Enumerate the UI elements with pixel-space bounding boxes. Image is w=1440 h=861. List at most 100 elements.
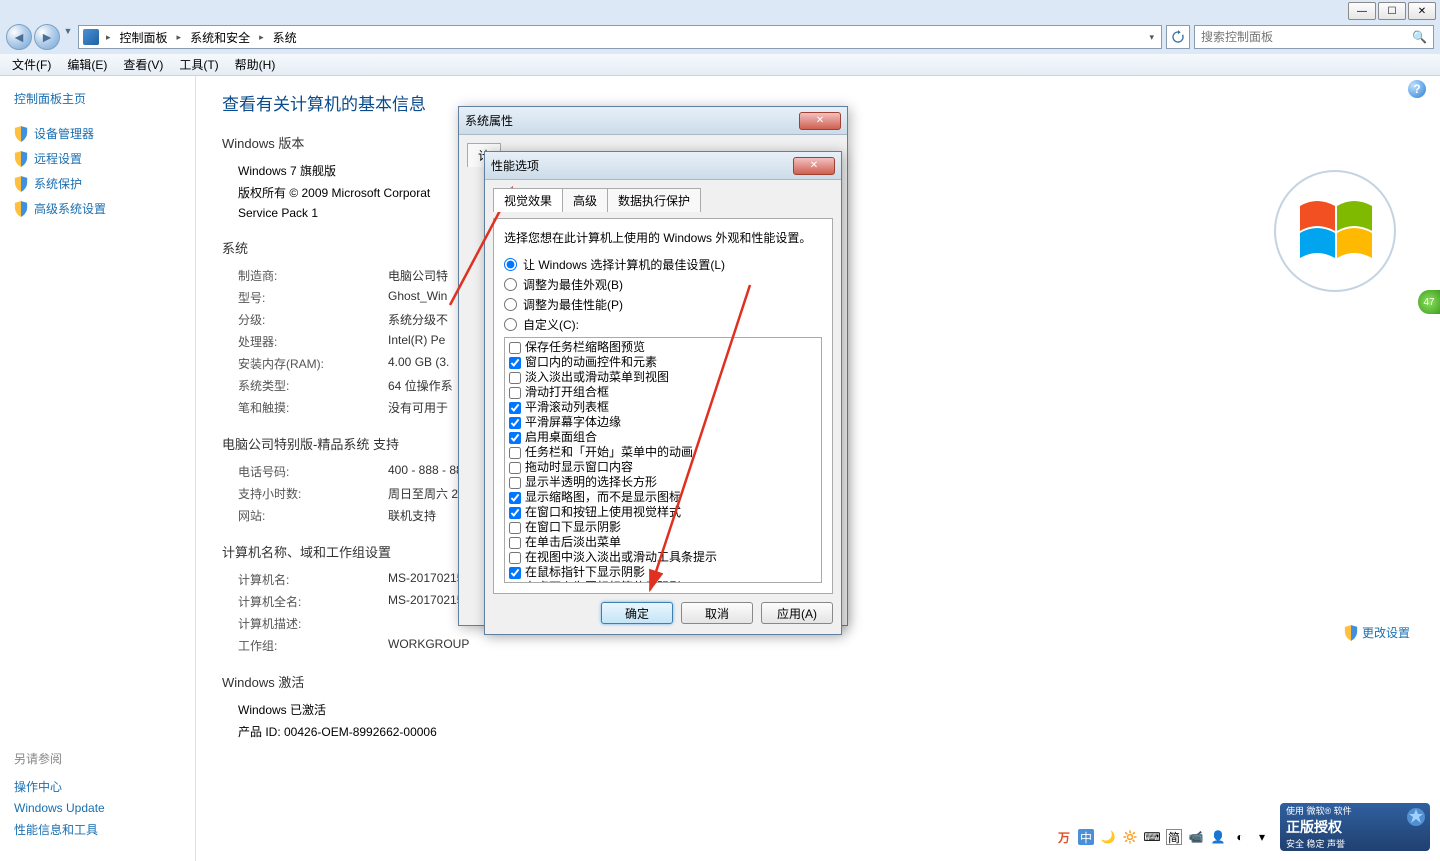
- checkbox[interactable]: [509, 507, 521, 519]
- visual-effect-item[interactable]: 滑动打开组合框: [509, 385, 817, 400]
- radio-best-appearance[interactable]: 调整为最佳外观(B): [504, 276, 822, 293]
- menu-view[interactable]: 查看(V): [115, 54, 171, 75]
- genuine-line3: 安全 稳定 声誉: [1286, 837, 1352, 850]
- checkbox-label: 拖动时显示窗口内容: [525, 460, 633, 475]
- dialog-close-button[interactable]: ✕: [799, 112, 841, 130]
- shield-icon: [14, 126, 28, 142]
- user-icon[interactable]: 👤: [1210, 829, 1226, 845]
- radio-best-performance[interactable]: 调整为最佳性能(P): [504, 296, 822, 313]
- apply-button[interactable]: 应用(A): [761, 602, 833, 624]
- ime-indicator[interactable]: 中: [1078, 829, 1094, 845]
- checkbox[interactable]: [509, 537, 521, 549]
- visual-effects-list[interactable]: 保存任务栏缩略图预览窗口内的动画控件和元素淡入淡出或滑动菜单到视图滑动打开组合框…: [504, 337, 822, 583]
- checkbox[interactable]: [509, 477, 521, 489]
- see-also-link[interactable]: Windows Update: [14, 798, 105, 818]
- checkbox[interactable]: [509, 372, 521, 384]
- tray-icon[interactable]: 🌙: [1100, 829, 1116, 845]
- tray-icon[interactable]: 万: [1056, 829, 1072, 845]
- info-value[interactable]: 系统分级不: [388, 311, 448, 328]
- notification-badge[interactable]: 47: [1418, 290, 1440, 314]
- sidebar-item-protection[interactable]: 系统保护: [14, 171, 195, 196]
- cancel-button[interactable]: 取消: [681, 602, 753, 624]
- radio-let-windows[interactable]: 让 Windows 选择计算机的最佳设置(L): [504, 256, 822, 273]
- visual-effect-item[interactable]: 平滑滚动列表框: [509, 400, 817, 415]
- tray-icon[interactable]: 📹: [1188, 829, 1204, 845]
- checkbox[interactable]: [509, 432, 521, 444]
- radio-custom[interactable]: 自定义(C):: [504, 316, 822, 333]
- forward-button[interactable]: ►: [34, 24, 60, 50]
- ime-mode-indicator[interactable]: 简: [1166, 829, 1182, 845]
- maximize-button[interactable]: ☐: [1378, 2, 1406, 20]
- visual-effect-item[interactable]: 显示半透明的选择长方形: [509, 475, 817, 490]
- checkbox[interactable]: [509, 552, 521, 564]
- breadcrumb[interactable]: 系统和安全: [188, 29, 252, 46]
- checkbox[interactable]: [509, 357, 521, 369]
- menu-file[interactable]: 文件(F): [4, 54, 59, 75]
- see-also-link[interactable]: 操作中心: [14, 775, 105, 798]
- close-window-button[interactable]: ✕: [1408, 2, 1436, 20]
- minimize-button[interactable]: —: [1348, 2, 1376, 20]
- sidebar-item-advanced[interactable]: 高级系统设置: [14, 196, 195, 221]
- shield-icon: [14, 201, 28, 217]
- genuine-badge[interactable]: 使用 微软® 软件 正版授权 安全 稳定 声誉: [1280, 803, 1430, 851]
- tab-advanced[interactable]: 高级: [562, 188, 608, 212]
- nav-history-dropdown[interactable]: ▼: [62, 24, 74, 38]
- checkbox[interactable]: [509, 447, 521, 459]
- checkbox[interactable]: [509, 402, 521, 414]
- visual-effect-item[interactable]: 在单击后淡出菜单: [509, 535, 817, 550]
- search-box[interactable]: 🔍: [1194, 25, 1434, 49]
- sidebar-item-remote[interactable]: 远程设置: [14, 146, 195, 171]
- visual-effect-item[interactable]: 在视图中淡入淡出或滑动工具条提示: [509, 550, 817, 565]
- shield-icon: [14, 176, 28, 192]
- keyboard-icon[interactable]: ⌨: [1144, 829, 1160, 845]
- visual-effect-item[interactable]: 窗口内的动画控件和元素: [509, 355, 817, 370]
- visual-effect-item[interactable]: 淡入淡出或滑动菜单到视图: [509, 370, 817, 385]
- info-row: Windows 已激活: [238, 701, 1414, 718]
- menu-edit[interactable]: 编辑(E): [59, 54, 115, 75]
- tray-icon[interactable]: 🔆: [1122, 829, 1138, 845]
- checkbox[interactable]: [509, 567, 521, 579]
- help-icon[interactable]: ?: [1408, 80, 1426, 98]
- back-button[interactable]: ◄: [6, 24, 32, 50]
- tray-icon[interactable]: ◐: [1232, 829, 1248, 845]
- see-also-header: 另请参阅: [14, 750, 105, 767]
- refresh-button[interactable]: [1166, 25, 1190, 49]
- checkbox[interactable]: [509, 582, 521, 584]
- info-label: 分级:: [238, 311, 388, 328]
- ok-button[interactable]: 确定: [601, 602, 673, 624]
- tab-visual-effects[interactable]: 视觉效果: [493, 188, 563, 212]
- sidebar-item-device-manager[interactable]: 设备管理器: [14, 121, 195, 146]
- visual-effect-item[interactable]: 在窗口下显示阴影: [509, 520, 817, 535]
- visual-effect-item[interactable]: 在鼠标指针下显示阴影: [509, 565, 817, 580]
- visual-effect-item[interactable]: 平滑屏幕字体边缘: [509, 415, 817, 430]
- checkbox[interactable]: [509, 417, 521, 429]
- checkbox[interactable]: [509, 342, 521, 354]
- breadcrumb[interactable]: 控制面板: [118, 29, 170, 46]
- checkbox[interactable]: [509, 387, 521, 399]
- info-value[interactable]: 联机支持: [388, 507, 436, 524]
- checkbox[interactable]: [509, 522, 521, 534]
- checkbox[interactable]: [509, 462, 521, 474]
- visual-effect-item[interactable]: 在桌面上为图标标签使用阴影: [509, 580, 817, 583]
- see-also-link[interactable]: 性能信息和工具: [14, 818, 105, 841]
- menu-tools[interactable]: 工具(T): [171, 54, 226, 75]
- tab-dep[interactable]: 数据执行保护: [607, 188, 701, 212]
- chevron-right-icon: ▸: [103, 32, 114, 43]
- visual-effect-item[interactable]: 启用桌面组合: [509, 430, 817, 445]
- chevron-down-icon[interactable]: ▾: [1146, 32, 1157, 43]
- visual-effect-item[interactable]: 任务栏和「开始」菜单中的动画: [509, 445, 817, 460]
- visual-effect-item[interactable]: 拖动时显示窗口内容: [509, 460, 817, 475]
- menu-bar: 文件(F) 编辑(E) 查看(V) 工具(T) 帮助(H): [0, 54, 1440, 76]
- change-settings-link[interactable]: 更改设置: [1344, 624, 1410, 641]
- dialog-close-button[interactable]: ✕: [793, 157, 835, 175]
- visual-effect-item[interactable]: 保存任务栏缩略图预览: [509, 340, 817, 355]
- visual-effect-item[interactable]: 显示缩略图，而不是显示图标: [509, 490, 817, 505]
- tray-icon[interactable]: ▾: [1254, 829, 1270, 845]
- address-bar[interactable]: ▸ 控制面板 ▸ 系统和安全 ▸ 系统 ▾: [78, 25, 1162, 49]
- search-input[interactable]: [1201, 30, 1408, 44]
- visual-effect-item[interactable]: 在窗口和按钮上使用视觉样式: [509, 505, 817, 520]
- checkbox[interactable]: [509, 492, 521, 504]
- checkbox-label: 在桌面上为图标标签使用阴影: [525, 580, 681, 583]
- menu-help[interactable]: 帮助(H): [227, 54, 284, 75]
- breadcrumb[interactable]: 系统: [271, 29, 299, 46]
